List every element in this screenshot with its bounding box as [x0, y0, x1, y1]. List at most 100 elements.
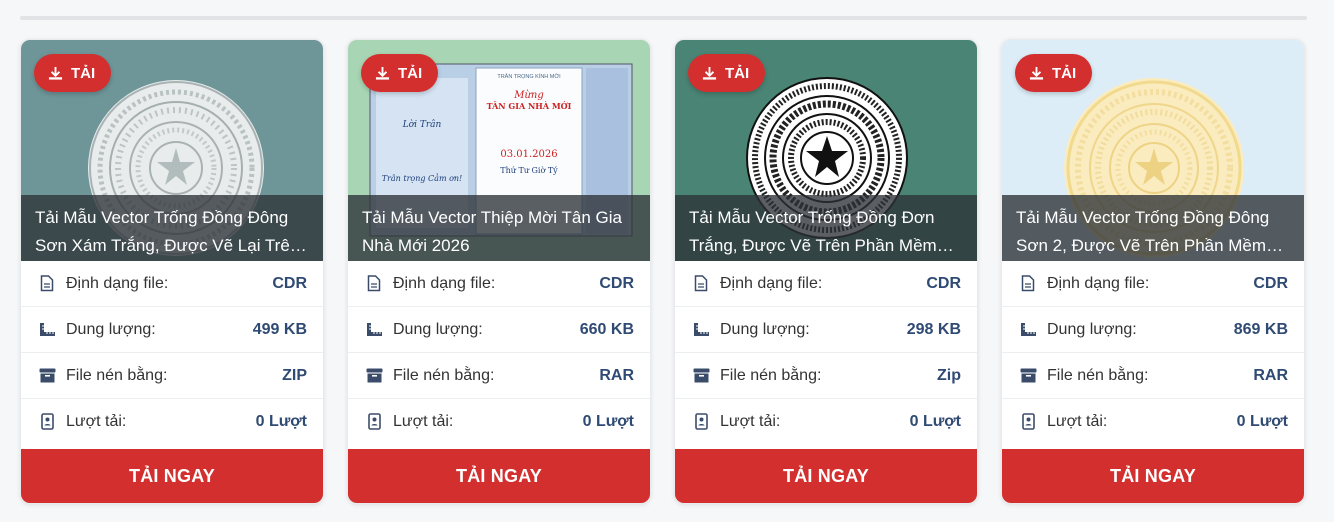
detail-row-format: Định dạng file: CDR — [675, 261, 977, 307]
detail-row-downloads: Lượt tải: 0 Lượt — [21, 399, 323, 444]
top-divider — [20, 16, 1307, 20]
file-icon — [38, 275, 56, 293]
badge-label: TẢI — [1052, 64, 1077, 82]
card-title-bar[interactable]: Tải Mẫu Vector Trống Đồng Đơn Trắng, Đượ… — [675, 195, 977, 261]
detail-row-size: Dung lượng: 298 KB — [675, 307, 977, 353]
archive-box-icon — [692, 367, 710, 385]
archive-box-icon — [365, 367, 383, 385]
detail-value: Zip — [937, 366, 961, 384]
download-icon — [1029, 66, 1044, 80]
detail-value: RAR — [599, 366, 634, 384]
download-icon — [702, 66, 717, 80]
badge-label: TẢI — [71, 64, 96, 82]
detail-value: 0 Lượt — [909, 412, 961, 430]
download-now-button[interactable]: TẢI NGAY — [21, 449, 323, 503]
invite-headline: TÂN GIA NHÀ MỚI — [486, 101, 572, 111]
file-icon — [692, 275, 710, 293]
counter-badge-icon — [38, 413, 56, 431]
card-title[interactable]: Tải Mẫu Vector Trống Đồng Đông Sơn Xám T… — [35, 204, 309, 260]
card-title-bar[interactable]: Tải Mẫu Vector Trống Đồng Đông Sơn 2, Đư… — [1002, 195, 1304, 261]
detail-label: Định dạng file: — [720, 274, 823, 292]
counter-badge-icon — [1019, 413, 1037, 431]
detail-row-archive: File nén bằng: RAR — [1002, 353, 1304, 399]
invite-left-footer: Trân trọng Cảm ơn! — [381, 174, 463, 183]
detail-value: 0 Lượt — [582, 412, 634, 430]
download-badge[interactable]: TẢI — [361, 54, 439, 92]
product-card[interactable]: TẢI Tải Mẫu Vector Trống Đồng Đông Sơn X… — [20, 39, 324, 504]
file-icon — [365, 275, 383, 293]
detail-label: File nén bằng: — [720, 366, 822, 384]
detail-label: Lượt tải: — [720, 412, 781, 430]
download-now-button[interactable]: TẢI NGAY — [348, 449, 650, 503]
detail-label: Định dạng file: — [66, 274, 169, 292]
ruler-icon — [365, 321, 383, 339]
detail-row-downloads: Lượt tải: 0 Lượt — [1002, 399, 1304, 444]
card-details: Định dạng file: CDR Dung lượng: 298 KB F… — [675, 261, 977, 444]
detail-value: CDR — [272, 274, 307, 292]
detail-value: CDR — [926, 274, 961, 292]
detail-value: 660 KB — [579, 320, 634, 338]
card-title-bar[interactable]: Tải Mẫu Vector Trống Đồng Đông Sơn Xám T… — [21, 195, 323, 261]
ruler-icon — [692, 321, 710, 339]
download-icon — [48, 66, 63, 80]
archive-box-icon — [38, 367, 56, 385]
download-icon — [375, 66, 390, 80]
badge-label: TẢI — [725, 64, 750, 82]
detail-value: 869 KB — [1233, 320, 1288, 338]
detail-label: File nén bằng: — [1047, 366, 1149, 384]
detail-value: CDR — [1253, 274, 1288, 292]
detail-value: ZIP — [282, 366, 307, 384]
detail-row-format: Định dạng file: CDR — [348, 261, 650, 307]
invite-left-title: Lời Trân — [402, 120, 442, 130]
card-thumbnail[interactable]: TẢI Tải Mẫu Vector Trống Đồng Đơn Trắng,… — [675, 40, 977, 261]
detail-value: 0 Lượt — [255, 412, 307, 430]
invite-footer: Thứ Tư Giờ Tý — [500, 166, 558, 175]
detail-row-size: Dung lượng: 869 KB — [1002, 307, 1304, 353]
invite-script: Mừng — [514, 90, 544, 101]
product-card[interactable]: Lời Trân Trân trọng Cảm ơn! TRÂN TRỌNG K… — [347, 39, 651, 504]
detail-label: Dung lượng: — [1047, 320, 1137, 338]
detail-label: File nén bằng: — [66, 366, 168, 384]
download-now-button[interactable]: TẢI NGAY — [675, 449, 977, 503]
card-title-bar[interactable]: Tải Mẫu Vector Thiệp Mời Tân Gia Nhà Mới… — [348, 195, 650, 261]
detail-row-size: Dung lượng: 660 KB — [348, 307, 650, 353]
detail-value: CDR — [599, 274, 634, 292]
detail-row-format: Định dạng file: CDR — [21, 261, 323, 307]
product-card[interactable]: TẢI Tải Mẫu Vector Trống Đồng Đơn Trắng,… — [674, 39, 978, 504]
detail-row-downloads: Lượt tải: 0 Lượt — [348, 399, 650, 444]
invite-left-panel: Lời Trân Trân trọng Cảm ơn! — [376, 120, 468, 183]
detail-label: Dung lượng: — [393, 320, 483, 338]
card-title[interactable]: Tải Mẫu Vector Thiệp Mời Tân Gia Nhà Mới… — [362, 204, 636, 260]
card-title[interactable]: Tải Mẫu Vector Trống Đồng Đông Sơn 2, Đư… — [1016, 204, 1290, 260]
card-details: Định dạng file: CDR Dung lượng: 869 KB F… — [1002, 261, 1304, 444]
card-thumbnail[interactable]: TẢI Tải Mẫu Vector Trống Đồng Đông Sơn X… — [21, 40, 323, 261]
invite-header: TRÂN TRỌNG KÍNH MỜI — [497, 74, 561, 80]
detail-label: File nén bằng: — [393, 366, 495, 384]
download-badge[interactable]: TẢI — [1015, 54, 1093, 92]
detail-row-archive: File nén bằng: ZIP — [21, 353, 323, 399]
detail-row-format: Định dạng file: CDR — [1002, 261, 1304, 307]
product-card[interactable]: TẢI Tải Mẫu Vector Trống Đồng Đông Sơn 2… — [1001, 39, 1305, 504]
invite-main-panel: TRÂN TRỌNG KÍNH MỜI Mừng TÂN GIA NHÀ MỚI… — [476, 74, 582, 175]
download-badge[interactable]: TẢI — [34, 54, 112, 92]
detail-label: Lượt tải: — [1047, 412, 1108, 430]
detail-row-size: Dung lượng: 499 KB — [21, 307, 323, 353]
card-details: Định dạng file: CDR Dung lượng: 499 KB F… — [21, 261, 323, 444]
counter-badge-icon — [365, 413, 383, 431]
download-now-button[interactable]: TẢI NGAY — [1002, 449, 1304, 503]
card-details: Định dạng file: CDR Dung lượng: 660 KB F… — [348, 261, 650, 444]
counter-badge-icon — [692, 413, 710, 431]
detail-value: RAR — [1253, 366, 1288, 384]
detail-row-downloads: Lượt tải: 0 Lượt — [675, 399, 977, 444]
card-thumbnail[interactable]: TẢI Tải Mẫu Vector Trống Đồng Đông Sơn 2… — [1002, 40, 1304, 261]
download-badge[interactable]: TẢI — [688, 54, 766, 92]
archive-box-icon — [1019, 367, 1037, 385]
card-thumbnail[interactable]: Lời Trân Trân trọng Cảm ơn! TRÂN TRỌNG K… — [348, 40, 650, 261]
detail-label: Lượt tải: — [66, 412, 127, 430]
card-title[interactable]: Tải Mẫu Vector Trống Đồng Đơn Trắng, Đượ… — [689, 204, 963, 260]
ruler-icon — [38, 321, 56, 339]
detail-row-archive: File nén bằng: RAR — [348, 353, 650, 399]
detail-label: Lượt tải: — [393, 412, 454, 430]
detail-label: Dung lượng: — [66, 320, 156, 338]
detail-row-archive: File nén bằng: Zip — [675, 353, 977, 399]
